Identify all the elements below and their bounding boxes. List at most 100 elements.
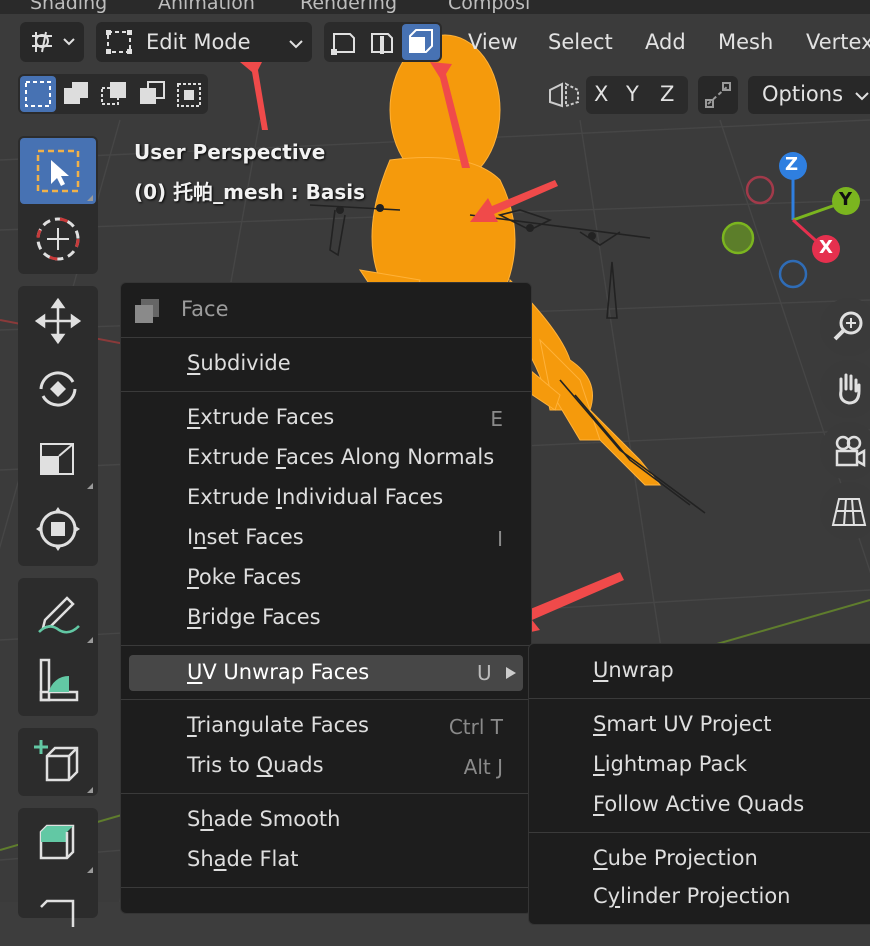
menu-item-triangulate-faces[interactable]: Triangulate Faces — [187, 713, 369, 737]
pencil-icon — [38, 596, 80, 634]
tab-rendering[interactable]: Rendering — [300, 0, 397, 14]
face-context-menu: Face Subdivide Extrude Faces E Extrude F… — [120, 282, 532, 914]
gizmo-y-label: Y — [839, 189, 853, 210]
annotate-tool[interactable] — [20, 580, 96, 646]
ruler-icon — [39, 658, 79, 702]
menu-item-poke-faces[interactable]: Poke Faces — [187, 565, 301, 589]
box-select-modes — [18, 74, 208, 114]
menu-vertex[interactable]: Vertex — [806, 30, 870, 54]
mode-dropdown[interactable]: Edit Mode — [96, 22, 312, 62]
select-subtract-button[interactable] — [96, 76, 132, 112]
menu-item-shade-smooth[interactable]: Shade Smooth — [187, 807, 340, 831]
toolbar-add-group — [18, 728, 98, 796]
mirror-y-toggle[interactable]: Y — [626, 82, 639, 106]
menu-item-extrude-along-normals[interactable]: Extrude Faces Along Normals — [187, 445, 494, 469]
submenu-item-cube-projection[interactable]: Cube Projection — [593, 846, 758, 870]
cursor-tool[interactable] — [20, 206, 96, 272]
hand-icon — [839, 373, 861, 405]
select-invert-icon — [140, 81, 165, 104]
measure-tool[interactable] — [20, 648, 96, 714]
options-dropdown[interactable]: Options — [748, 76, 870, 114]
select-intersect-button[interactable] — [172, 76, 206, 112]
shortcut-extrude-faces: E — [490, 407, 503, 431]
select-new-icon — [25, 81, 51, 107]
mirror-axes-group: X Y Z — [586, 76, 688, 114]
select-extend-button[interactable] — [58, 76, 94, 112]
extrude-tool[interactable] — [20, 810, 96, 876]
menu-separator — [121, 391, 531, 392]
menu-item-inset-faces[interactable]: Inset Faces — [187, 525, 304, 549]
select-invert-button[interactable] — [134, 76, 170, 112]
snap-button[interactable] — [698, 76, 738, 114]
camera-view-button[interactable] — [820, 422, 870, 480]
zoom-button[interactable] — [820, 298, 870, 356]
rotate-tool[interactable] — [20, 356, 96, 422]
menu-separator — [529, 698, 870, 699]
mirror-z-toggle[interactable]: Z — [660, 82, 674, 106]
submenu-item-lightmap-pack[interactable]: Lightmap Pack — [593, 752, 747, 776]
select-extend-icon — [64, 82, 88, 104]
mirror-icon — [549, 82, 579, 108]
menu-add[interactable]: Add — [645, 30, 686, 54]
vertex-select-icon — [331, 33, 355, 55]
perspective-toggle-button[interactable] — [820, 482, 870, 540]
menu-mesh[interactable]: Mesh — [718, 30, 773, 54]
grid-perspective-icon — [831, 498, 867, 526]
select-new-button[interactable] — [20, 76, 56, 112]
uv-unwrap-submenu: Unwrap Smart UV Project Lightmap Pack Fo… — [528, 643, 870, 925]
tab-animation[interactable]: Animation — [158, 0, 255, 14]
add-cube-tool[interactable] — [20, 730, 96, 796]
toolbar-transform-group — [18, 286, 98, 566]
face-icon — [135, 299, 159, 323]
shortcut-triangulate: Ctrl T — [448, 715, 503, 739]
chevron-down-icon — [855, 92, 869, 101]
pan-button[interactable] — [820, 360, 870, 418]
menu-item-extrude-individual[interactable]: Extrude Individual Faces — [187, 485, 443, 509]
face-select-icon — [409, 29, 433, 53]
menu-separator — [121, 645, 531, 646]
vertex-select-button[interactable] — [326, 24, 362, 60]
menu-separator — [121, 793, 531, 794]
menu-separator — [529, 832, 870, 833]
menu-separator — [121, 699, 531, 700]
move-tool[interactable] — [20, 288, 96, 354]
submenu-item-follow-active-quads[interactable]: Follow Active Quads — [593, 792, 804, 816]
gizmo-x-label: X — [819, 237, 833, 258]
menu-item-bridge-faces[interactable]: Bridge Faces — [187, 605, 321, 629]
submenu-item-cylinder-projection[interactable]: Cylinder Projection — [593, 884, 791, 908]
move-icon — [34, 297, 82, 345]
menu-select[interactable]: Select — [548, 30, 613, 54]
scale-tool[interactable] — [20, 426, 96, 492]
transform-tool[interactable] — [20, 496, 96, 562]
editor-type-button[interactable] — [20, 22, 84, 62]
mirror-button[interactable] — [544, 76, 584, 114]
edge-select-button[interactable] — [364, 24, 400, 60]
mirror-x-toggle[interactable]: X — [594, 82, 608, 106]
scale-icon — [40, 443, 74, 475]
editor-type-icon — [32, 31, 75, 53]
tab-shading[interactable]: Shading — [30, 0, 107, 14]
navigation-gizmo[interactable]: Z Y X — [716, 150, 870, 290]
menu-view[interactable]: View — [468, 30, 518, 54]
extrude-more-tool[interactable] — [20, 880, 96, 946]
shortcut-inset-faces: I — [497, 527, 503, 551]
select-mode-group — [324, 22, 442, 62]
edge-select-icon — [371, 33, 393, 54]
submenu-item-unwrap[interactable]: Unwrap — [593, 658, 674, 682]
toolbar-select-group — [18, 136, 98, 274]
tab-compositing[interactable]: Composi — [448, 0, 530, 14]
menu-title: Face — [181, 297, 229, 321]
submenu-arrow-icon — [506, 667, 516, 679]
menu-item-tris-to-quads[interactable]: Tris to Quads — [187, 753, 324, 777]
select-box-tool[interactable] — [20, 138, 96, 204]
gizmo-z-label: Z — [785, 154, 799, 175]
menu-item-subdivide[interactable]: Subdivide — [187, 351, 291, 375]
menu-item-extrude-faces[interactable]: Extrude Faces — [187, 405, 334, 429]
face-select-button[interactable] — [402, 24, 440, 60]
submenu-item-smart-uv-project[interactable]: Smart UV Project — [593, 712, 771, 736]
menu-item-shade-flat[interactable]: Shade Flat — [187, 847, 298, 871]
snap-icon — [705, 82, 731, 108]
add-cube-icon — [34, 740, 79, 782]
menu-item-uv-unwrap-faces[interactable]: UV Unwrap Faces — [187, 660, 369, 684]
viewport-object-info: (0) 托帕_mesh : Basis — [134, 180, 366, 204]
